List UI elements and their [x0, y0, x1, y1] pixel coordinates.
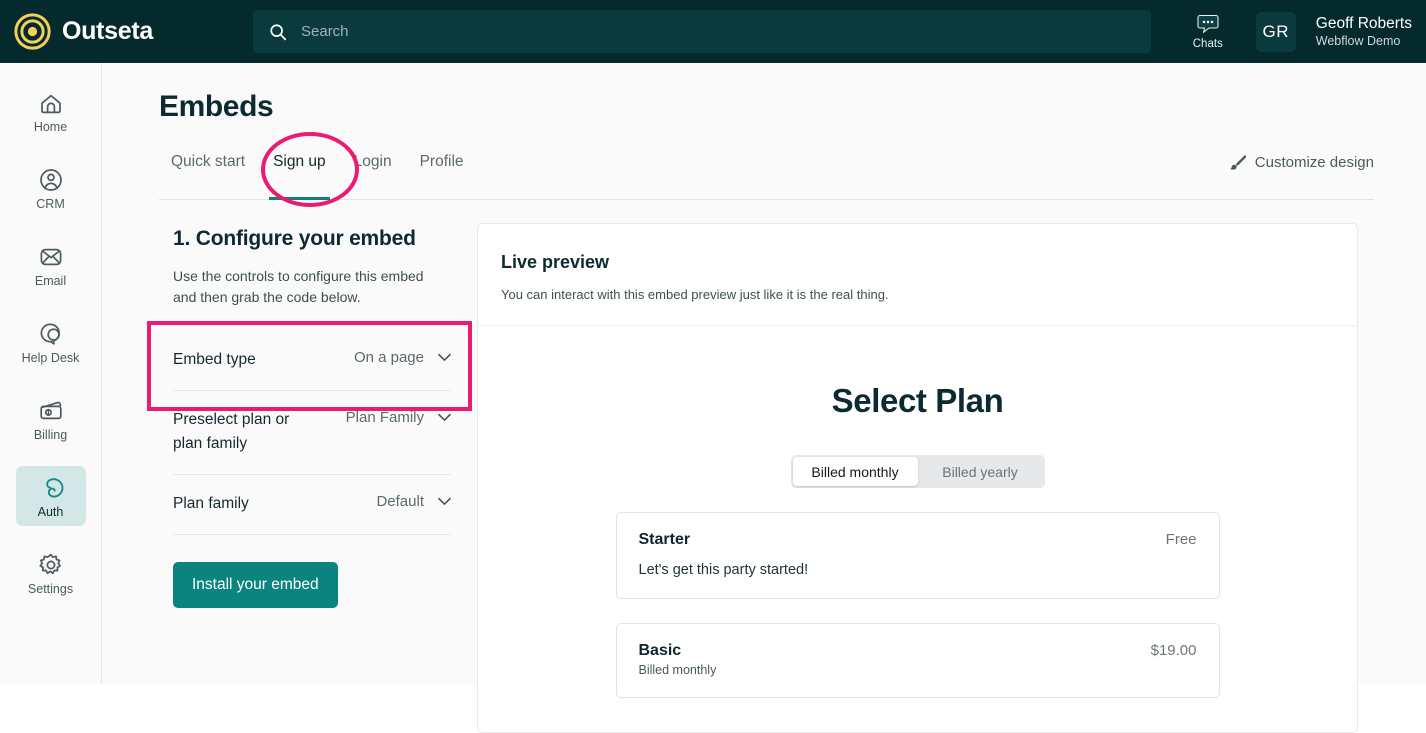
- config-subtext: Use the controls to configure this embed…: [173, 268, 424, 305]
- sidebar-item-settings[interactable]: Settings: [16, 543, 86, 603]
- sidebar-item-email[interactable]: Email: [16, 235, 86, 295]
- plan-price: Free: [1165, 531, 1197, 548]
- chat-support-icon: [40, 323, 60, 345]
- chevron-down-icon: [438, 413, 451, 422]
- control-value: Plan Family: [345, 409, 424, 427]
- main-content: Embeds Quick start Sign up Login Profile…: [102, 63, 1426, 733]
- chat-bubble-ellipsis-icon: [1197, 14, 1219, 34]
- control-label: Preselect plan or plan family: [173, 411, 290, 453]
- live-preview-header: Live preview You can interact with this …: [478, 224, 1357, 326]
- tab-sign-up[interactable]: Sign up: [259, 147, 340, 200]
- control-value: Default: [376, 493, 424, 511]
- auth-key-icon: [45, 478, 63, 498]
- paintbrush-icon: [1229, 155, 1246, 170]
- gear-icon: [38, 553, 61, 575]
- select-plan-heading: Select Plan: [831, 382, 1004, 419]
- sidebar-item-help-desk[interactable]: Help Desk: [16, 312, 86, 372]
- billing-period-toggle: Billed monthly Billed yearly: [790, 455, 1045, 488]
- control-value-group: Default: [376, 492, 451, 510]
- chevron-down-icon: [438, 353, 451, 362]
- sidebar-item-label: Settings: [27, 582, 74, 596]
- sidebar-item-label: CRM: [36, 197, 65, 211]
- customize-design-link[interactable]: Customize design: [1229, 147, 1374, 171]
- sidebar-item-label: Email: [34, 274, 67, 288]
- plan-price: $19.00: [1150, 642, 1197, 659]
- config-panel: 1. Configure your embed Use the controls…: [173, 227, 451, 609]
- user-name: Geoff Roberts: [1315, 15, 1412, 32]
- live-preview-description: You can interact with this embed preview…: [501, 287, 889, 302]
- brand-name: Outseta: [62, 17, 153, 45]
- top-bar-right: Chats GR Geoff Roberts Webflow Demo: [1180, 0, 1426, 63]
- control-embed-type[interactable]: Embed type On a page: [173, 337, 451, 392]
- search-icon: [270, 23, 287, 40]
- customize-design-label: Customize design: [1254, 154, 1374, 171]
- plan-card-starter[interactable]: Starter Free Let's get this party starte…: [615, 512, 1220, 599]
- sidebar-item-crm[interactable]: CRM: [16, 158, 86, 218]
- control-value-group: On a page: [354, 348, 451, 366]
- plan-name: Starter: [638, 531, 691, 548]
- credit-card-icon: [39, 401, 62, 420]
- config-heading: 1. Configure your embed: [173, 227, 416, 250]
- sidebar-item-home[interactable]: Home: [16, 81, 86, 141]
- sidebar-item-label: Auth: [37, 505, 64, 519]
- control-label: Plan family: [173, 495, 249, 513]
- install-embed-button[interactable]: Install your embed: [173, 562, 338, 609]
- plan-header: Starter Free: [639, 531, 1197, 549]
- sidebar-item-billing[interactable]: Billing: [16, 389, 86, 449]
- sidebar: Home CRM Email Help Desk Billing Auth Se…: [0, 63, 102, 684]
- control-label: Embed type: [173, 351, 256, 368]
- tab-login[interactable]: Login: [340, 147, 406, 200]
- chevron-down-icon: [438, 497, 451, 506]
- live-preview-card: Live preview You can interact with this …: [477, 223, 1358, 733]
- sidebar-item-label: Help Desk: [21, 351, 80, 365]
- chats-label: Chats: [1192, 37, 1223, 50]
- config-control-list: Embed type On a page Preselect plan or p…: [173, 337, 451, 536]
- control-preselect-plan[interactable]: Preselect plan or plan family Plan Famil…: [173, 391, 451, 476]
- top-bar: Outseta Search Chats GR Geoff Roberts We…: [0, 0, 1426, 63]
- search-input[interactable]: Search: [253, 10, 1151, 53]
- avatar[interactable]: GR: [1255, 11, 1296, 52]
- tab-profile[interactable]: Profile: [406, 147, 478, 200]
- home-icon: [40, 94, 61, 114]
- tab-quick-start[interactable]: Quick start: [159, 147, 259, 200]
- toggle-billed-monthly[interactable]: Billed monthly: [792, 457, 918, 486]
- user-circle-icon: [39, 169, 62, 191]
- user-menu[interactable]: Geoff Roberts Webflow Demo: [1316, 15, 1412, 48]
- toggle-billed-yearly[interactable]: Billed yearly: [918, 457, 1043, 486]
- page-title: Embeds: [159, 90, 274, 123]
- chats-button[interactable]: Chats: [1180, 14, 1236, 50]
- tab-bar: Quick start Sign up Login Profile Custom…: [159, 147, 1374, 200]
- brand[interactable]: Outseta: [0, 13, 236, 50]
- plan-card-basic[interactable]: Basic $19.00 Billed monthly: [615, 623, 1220, 698]
- embed-preview-body: Select Plan Billed monthly Billed yearly…: [478, 326, 1357, 698]
- outseta-target-logo-icon: [14, 13, 51, 50]
- control-value-group: Plan Family: [346, 408, 451, 426]
- plan-header: Basic $19.00: [639, 642, 1197, 660]
- plan-billing-period: Billed monthly: [638, 663, 717, 677]
- plan-name: Basic: [638, 642, 682, 659]
- control-value: On a page: [353, 349, 424, 366]
- search-placeholder: Search: [301, 23, 349, 40]
- envelope-icon: [40, 248, 61, 266]
- control-plan-family[interactable]: Plan family Default: [173, 475, 451, 536]
- sidebar-item-label: Home: [33, 120, 68, 134]
- plan-description: Let's get this party started!: [638, 562, 809, 578]
- live-preview-title: Live preview: [501, 252, 610, 272]
- user-org: Webflow Demo: [1315, 34, 1401, 48]
- sidebar-item-label: Billing: [33, 428, 68, 442]
- sidebar-item-auth[interactable]: Auth: [15, 466, 86, 526]
